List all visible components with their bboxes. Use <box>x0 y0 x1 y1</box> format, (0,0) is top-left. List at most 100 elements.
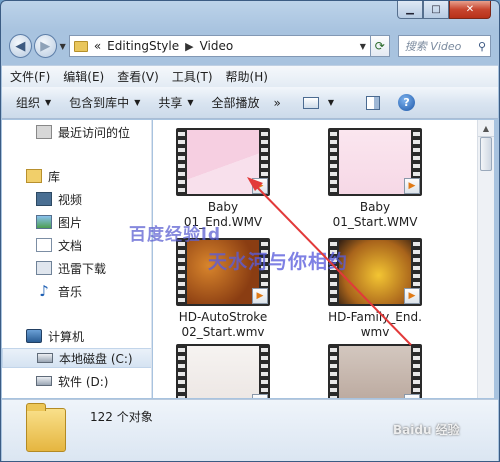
file-item[interactable]: ▶ <box>153 344 293 398</box>
nav-computer[interactable]: 计算机 <box>2 326 151 346</box>
video-frame <box>187 346 259 398</box>
play-all-label: 全部播放 <box>211 96 260 110</box>
media-player-icon: ▶ <box>252 394 268 398</box>
help-icon[interactable]: ? <box>398 94 416 111</box>
film-strip-icon <box>178 346 185 398</box>
forward-button[interactable]: ▶ <box>33 34 57 58</box>
media-player-icon: ▶ <box>252 178 268 194</box>
film-strip-icon <box>330 130 337 194</box>
video-thumbnail: ▶ <box>176 128 270 196</box>
item-count: 122 个对象 <box>90 410 153 424</box>
breadcrumb-separator-icon[interactable]: ▶ <box>185 40 193 53</box>
file-name: Baby 01_Start.WMV <box>332 200 418 229</box>
menu-file[interactable]: 文件(F) <box>10 68 50 85</box>
menu-edit[interactable]: 编辑(E) <box>63 68 104 85</box>
nav-videos[interactable]: 视频 <box>2 189 151 209</box>
share-label: 共享 <box>158 96 183 110</box>
search-input[interactable]: 搜索 Video ⚲ <box>397 35 491 57</box>
media-player-icon: ▶ <box>404 394 420 398</box>
nav-thunder-label: 迅雷下载 <box>58 261 107 276</box>
nav-library-label: 库 <box>48 169 61 184</box>
nav-pictures-label: 图片 <box>58 215 83 230</box>
watermark-text: 天水河与你相约 <box>208 251 349 273</box>
change-view-button[interactable]: ▼ <box>302 96 334 109</box>
drive-icon <box>36 376 52 386</box>
address-dropdown-icon[interactable]: ▼ <box>356 42 370 51</box>
organize-label: 组织 <box>16 96 41 110</box>
watermark-text: 百度经验ld <box>129 225 221 245</box>
menu-view[interactable]: 查看(V) <box>117 68 159 85</box>
film-strip-icon <box>178 130 185 194</box>
refresh-button[interactable]: ⟳ <box>370 35 390 57</box>
film-strip-icon <box>178 240 185 304</box>
navigation-pane: 最近访问的位 库 视频 图片 文档 迅雷下载 ♪ 音乐 计算机 本地磁盘 (C:)… <box>2 120 152 398</box>
nav-recent-label: 最近访问的位 <box>58 125 131 140</box>
chevron-down-icon: ▼ <box>134 98 141 107</box>
film-strip-icon <box>330 346 337 398</box>
video-frame <box>187 130 259 194</box>
file-item[interactable]: ▶ <box>305 344 445 398</box>
nav-videos-label: 视频 <box>58 192 83 207</box>
include-library-button[interactable]: 包含到库中 ▼ <box>69 94 140 111</box>
nav-computer-label: 计算机 <box>48 329 85 344</box>
preview-pane-icon[interactable] <box>366 95 381 110</box>
videos-icon <box>36 192 52 206</box>
nav-local-disk-c[interactable]: 本地磁盘 (C:) <box>2 348 151 368</box>
play-all-button[interactable]: 全部播放 <box>212 94 260 111</box>
recent-pages-dropdown[interactable]: ▼ <box>60 42 66 51</box>
chevron-down-icon: ▼ <box>45 98 52 107</box>
organize-button[interactable]: 组织 ▼ <box>16 94 51 111</box>
recent-places-icon <box>36 125 52 139</box>
include-library-label: 包含到库中 <box>69 96 130 110</box>
close-button[interactable]: ✕ <box>449 1 491 19</box>
video-frame <box>339 130 411 194</box>
nav-music[interactable]: ♪ 音乐 <box>2 281 151 301</box>
nav-music-label: 音乐 <box>58 284 83 299</box>
video-thumbnail: ▶ <box>328 128 422 196</box>
command-bar: 组织 ▼ 包含到库中 ▼ 共享 ▼ 全部播放 » ▼ ? <box>2 87 498 119</box>
file-item[interactable]: ▶ Baby 01_End.WMV <box>153 128 293 230</box>
share-button[interactable]: 共享 ▼ <box>158 94 193 111</box>
more-commands-button[interactable]: » <box>274 96 281 110</box>
nav-library[interactable]: 库 <box>2 166 151 186</box>
computer-icon <box>26 329 42 343</box>
address-bar[interactable]: « EditingStyle ▶ Video ▼ <box>68 35 371 57</box>
address-row: ◀ ▶ ▼ « EditingStyle ▶ Video ▼ ⟳ 搜索 Vide… <box>9 33 491 59</box>
nav-software-d[interactable]: 软件 (D:) <box>2 371 151 391</box>
video-frame <box>339 240 411 304</box>
video-frame <box>339 346 411 398</box>
breadcrumb-editingstyle[interactable]: EditingStyle <box>107 39 179 53</box>
video-thumbnail: ▶ <box>328 344 422 398</box>
menu-bar: 文件(F) 编辑(E) 查看(V) 工具(T) 帮助(H) <box>2 65 498 87</box>
folder-icon <box>26 403 66 452</box>
media-player-icon: ▶ <box>252 288 268 304</box>
menu-help[interactable]: 帮助(H) <box>226 68 268 85</box>
search-icon[interactable]: ⚲ <box>478 40 486 53</box>
file-name: HD-Family_End. wmv <box>328 310 422 339</box>
explorer-window: ▁ □ ✕ ◀ ▶ ▼ « EditingStyle ▶ Video ▼ ⟳ 搜… <box>0 0 500 462</box>
nav-local-c-label: 本地磁盘 (C:) <box>59 351 133 366</box>
minimize-button[interactable]: ▁ <box>397 1 423 19</box>
music-note-icon: ♪ <box>39 282 49 300</box>
downloads-icon <box>36 261 52 275</box>
scroll-thumb[interactable] <box>480 137 492 171</box>
nav-thunder-downloads[interactable]: 迅雷下载 <box>2 258 151 278</box>
documents-icon <box>36 238 52 252</box>
nav-recent-places[interactable]: 最近访问的位 <box>2 122 151 142</box>
folder-icon <box>73 40 88 52</box>
breadcrumb-overflow[interactable]: « <box>94 39 101 53</box>
film-strip-icon <box>413 346 420 398</box>
media-player-icon: ▶ <box>404 178 420 194</box>
back-button[interactable]: ◀ <box>9 34 32 58</box>
file-name: HD-AutoStroke 02_Start.wmv <box>178 310 268 339</box>
file-item[interactable]: ▶ Baby 01_Start.WMV <box>305 128 445 230</box>
breadcrumb-video[interactable]: Video <box>200 39 234 53</box>
menu-tools[interactable]: 工具(T) <box>172 68 213 85</box>
maximize-button[interactable]: □ <box>423 1 449 19</box>
scroll-up-icon[interactable]: ▲ <box>478 120 494 137</box>
nav-soft-d-label: 软件 (D:) <box>58 374 109 389</box>
drive-icon <box>37 353 53 363</box>
video-thumbnail: ▶ <box>176 344 270 398</box>
nav-documents-label: 文档 <box>58 238 83 253</box>
vertical-scrollbar[interactable]: ▲ <box>477 120 494 398</box>
